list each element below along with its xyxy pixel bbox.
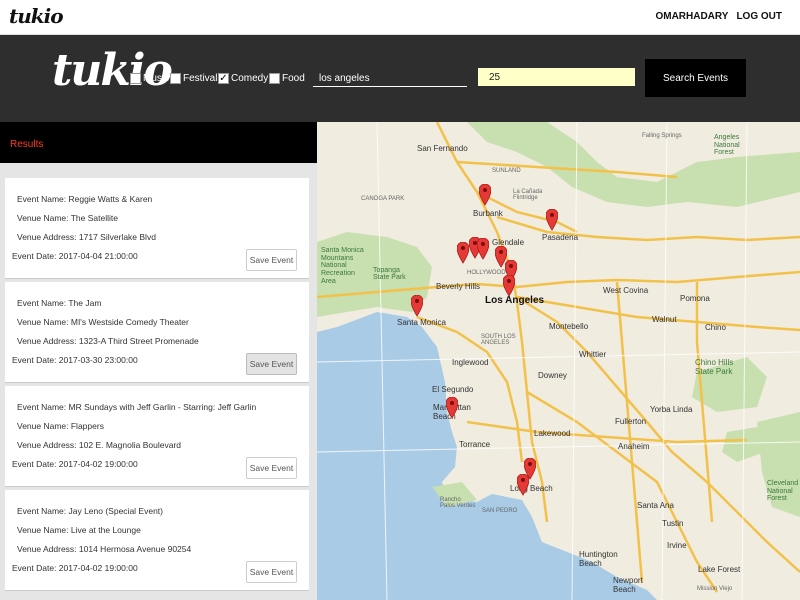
save-event-button[interactable]: Save Event (246, 457, 297, 479)
map-label-la-canada: La Cañada Flintridge (513, 189, 543, 201)
event-card: Event Name: The Jam Venue Name: MI's Wes… (5, 282, 309, 383)
map-label-newport-beach: Newport Beach (613, 576, 643, 594)
map-label-tustin: Tustin (662, 519, 684, 528)
event-marker[interactable] (479, 184, 491, 206)
map-label-fullerton: Fullerton (615, 417, 647, 426)
event-name: Event Name: Jay Leno (Special Event) (17, 506, 163, 516)
map-label-torrance: Torrance (459, 440, 491, 449)
comedy-checkbox[interactable]: ✓ (218, 73, 229, 84)
map-label-lakewood: Lakewood (534, 429, 571, 438)
search-events-button[interactable]: Search Events (645, 59, 746, 97)
map-label-topanga: Topanga State Park (373, 267, 406, 281)
event-name: Event Name: MR Sundays with Jeff Garlin … (17, 402, 257, 412)
radius-input[interactable] (478, 68, 635, 86)
map-label-rancho-palos-verdes: Rancho Palos Verdes (440, 497, 476, 509)
map-label-anaheim: Anaheim (618, 442, 650, 451)
map-label-pomona: Pomona (680, 294, 710, 303)
map-label-angeles-forest: Angeles National Forest (714, 134, 740, 157)
event-date: Event Date: 2017-04-02 19:00:00 (12, 563, 138, 573)
map-label-hollywood: HOLLYWOOD (467, 270, 506, 276)
save-event-button[interactable]: Save Event (246, 353, 297, 375)
event-marker[interactable] (517, 474, 529, 496)
category-comedy[interactable]: ✓ Comedy (218, 73, 268, 84)
category-festivals[interactable]: Festivals (170, 73, 222, 84)
search-header: tukio Music Festivals ✓ Comedy Food Sear… (0, 35, 800, 122)
map-label-lake-forest: Lake Forest (698, 565, 741, 574)
event-card: Event Name: Reggie Watts & Karen Venue N… (5, 178, 309, 279)
map-label-huntington-beach: Huntington Beach (579, 550, 618, 568)
event-marker[interactable] (457, 242, 469, 264)
results-panel[interactable]: Results Event Name: Reggie Watts & Karen… (0, 122, 317, 600)
map-label-montebello: Montebello (549, 322, 589, 331)
map-label-cleveland: Cleveland National Forest (767, 480, 799, 503)
event-marker[interactable] (546, 209, 558, 231)
map-label-el-segundo: El Segundo (432, 385, 474, 394)
map-label-mission-viejo: Mission Viejo (697, 586, 733, 592)
music-checkbox[interactable] (130, 73, 141, 84)
map-label-inglewood: Inglewood (452, 358, 489, 367)
event-name: Event Name: Reggie Watts & Karen (17, 194, 153, 204)
map-label-west-covina: West Covina (603, 286, 649, 295)
map-label-south-los-angeles: SOUTH LOS ANGELES (481, 334, 516, 346)
map-label-santa-ana: Santa Ana (637, 501, 674, 510)
map-label-santa-monica: Santa Monica (397, 318, 446, 327)
map-label-beverly-hills: Beverly Hills (436, 282, 481, 291)
music-label: Music (143, 73, 170, 84)
map-label-santa-monica-mountains: Santa Monica Mountains National Recreati… (321, 247, 364, 285)
venue-address: Venue Address: 1717 Silverlake Blvd (17, 232, 156, 242)
event-card: Event Name: MR Sundays with Jeff Garlin … (5, 386, 309, 487)
logout-link[interactable]: LOG OUT (736, 11, 782, 22)
save-event-button[interactable]: Save Event (246, 561, 297, 583)
venue-name: Venue Name: Flappers (17, 421, 104, 431)
app-logo-small[interactable]: tukio (9, 4, 64, 28)
user-links: OMARHADARY LOG OUT (655, 11, 782, 22)
event-date: Event Date: 2017-03-30 23:00:00 (12, 355, 138, 365)
top-nav-bar: tukio OMARHADARY LOG OUT (0, 0, 800, 35)
event-date: Event Date: 2017-04-02 19:00:00 (12, 459, 138, 469)
map-label-downey: Downey (538, 371, 567, 380)
festivals-label: Festivals (183, 73, 223, 84)
event-marker[interactable] (503, 275, 515, 297)
results-header: Results (0, 122, 317, 163)
category-music[interactable]: Music (130, 73, 169, 84)
app-logo: tukio (52, 45, 173, 96)
map-label-falling-springs: Falling Springs (642, 133, 682, 139)
event-date: Event Date: 2017-04-04 21:00:00 (12, 251, 138, 261)
map-label-pasadena: Pasadena (542, 233, 579, 242)
event-name: Event Name: The Jam (17, 298, 102, 308)
map-label-canoga-park: CANOGA PARK (361, 196, 405, 202)
event-map[interactable]: San Fernando Burbank La Cañada Flintridg… (317, 122, 800, 600)
username-link[interactable]: OMARHADARY (655, 11, 728, 22)
food-label: Food (282, 73, 305, 84)
map-label-yorba-linda: Yorba Linda (650, 405, 693, 414)
venue-name: Venue Name: Live at the Lounge (17, 525, 141, 535)
map-label-chino: Chino (705, 323, 726, 332)
map-label-whittier: Whittier (579, 350, 607, 359)
results-heading: Results (10, 139, 44, 150)
event-card: Event Name: Jay Leno (Special Event) Ven… (5, 490, 309, 591)
food-checkbox[interactable] (269, 73, 280, 84)
map-label-chino-hills: Chino Hills State Park (695, 358, 734, 376)
venue-name: Venue Name: The Satellite (17, 213, 118, 223)
venue-address: Venue Address: 102 E. Magnolia Boulevard (17, 440, 181, 450)
results-list: Event Name: Reggie Watts & Karen Venue N… (5, 178, 309, 594)
map-label-irvine: Irvine (667, 541, 687, 550)
venue-name: Venue Name: MI's Westside Comedy Theater (17, 317, 189, 327)
category-food[interactable]: Food (269, 73, 305, 84)
venue-address: Venue Address: 1323-A Third Street Prome… (17, 336, 199, 346)
venue-address: Venue Address: 1014 Hermosa Avenue 90254 (17, 544, 192, 554)
map-label-walnut: Walnut (652, 315, 677, 324)
map-label-sunland: SUNLAND (492, 168, 521, 174)
event-marker[interactable] (477, 238, 489, 260)
save-event-button[interactable]: Save Event (246, 249, 297, 271)
map-label-san-pedro: SAN PEDRO (482, 508, 518, 514)
event-marker[interactable] (446, 397, 458, 419)
event-marker[interactable] (411, 295, 423, 317)
comedy-label: Comedy (231, 73, 269, 84)
map-label-burbank: Burbank (473, 209, 503, 218)
festivals-checkbox[interactable] (170, 73, 181, 84)
map-label-san-fernando: San Fernando (417, 144, 468, 153)
location-input[interactable] (313, 71, 467, 87)
